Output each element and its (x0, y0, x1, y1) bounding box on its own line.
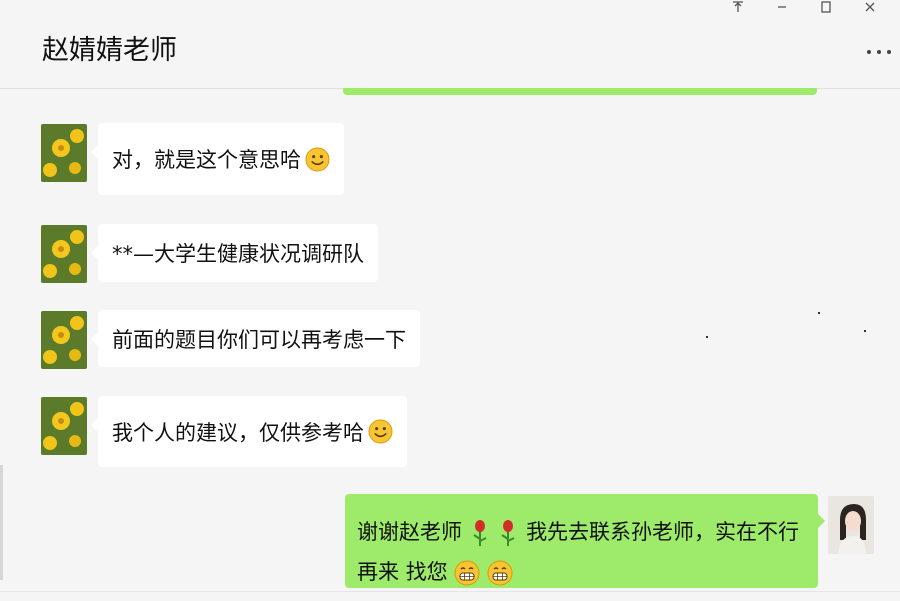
speck (706, 336, 708, 338)
grin-emoji-icon (487, 560, 513, 586)
flower-avatar-icon (41, 397, 87, 455)
speck (818, 312, 820, 314)
girl-avatar-icon (828, 496, 874, 554)
flower-avatar-icon (41, 124, 87, 182)
smile-emoji-icon (305, 146, 330, 172)
maximize-icon[interactable] (804, 0, 848, 18)
message-text: 我个人的建议，仅供参考哈 (112, 420, 364, 445)
more-icon (867, 50, 891, 54)
message-bubble[interactable]: 前面的题目你们可以再考虑一下 (91, 310, 420, 367)
window-edge (0, 465, 3, 580)
more-options-button[interactable] (866, 36, 892, 61)
sender-avatar[interactable] (41, 397, 87, 455)
message-text: **—大学生健康状况调研队 (112, 242, 364, 266)
previous-message-bubble-edge (343, 88, 817, 95)
speck (864, 330, 866, 332)
message-text-part1: 谢谢赵老师 (357, 520, 462, 544)
flower-avatar-icon (41, 311, 87, 369)
rose-emoji-icon (501, 520, 515, 546)
message-text: 前面的题目你们可以再考虑一下 (112, 327, 406, 352)
sender-avatar[interactable] (41, 311, 87, 369)
sender-avatar[interactable] (41, 225, 87, 283)
sender-avatar[interactable] (41, 124, 87, 182)
chat-title: 赵婧婧老师 (42, 35, 177, 66)
chat-header: 赵婧婧老师 (0, 0, 900, 89)
rose-emoji-icon (473, 520, 487, 546)
smile-emoji-icon (368, 419, 393, 444)
message-text-part3: 找您 (405, 560, 448, 584)
close-icon[interactable] (848, 0, 892, 18)
window-controls (716, 0, 892, 18)
message-bubble[interactable]: **—大学生健康状况调研队 (91, 224, 378, 282)
message-bubble[interactable]: 我个人的建议，仅供参考哈 (91, 396, 407, 467)
pin-icon[interactable] (716, 0, 760, 18)
flower-avatar-icon (41, 225, 87, 283)
minimize-icon[interactable] (760, 0, 804, 18)
self-message-bubble[interactable]: 谢谢赵老师 我先去联系孙老师，实在不行再来 找您 (345, 494, 825, 588)
self-avatar[interactable] (828, 496, 874, 554)
message-text: 对，就是这个意思哈 (112, 148, 301, 172)
message-bubble[interactable]: 对，就是这个意思哈 (91, 123, 344, 195)
grin-emoji-icon (454, 560, 480, 586)
